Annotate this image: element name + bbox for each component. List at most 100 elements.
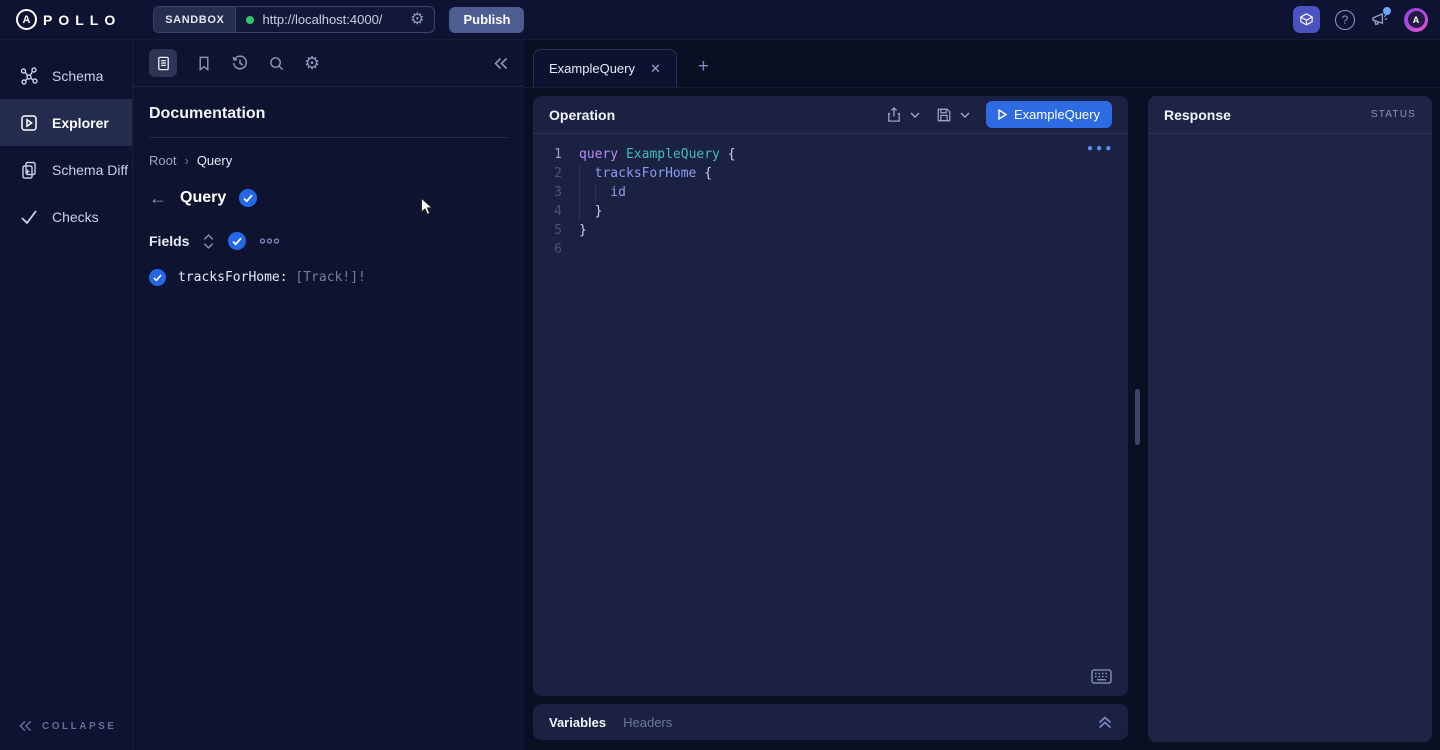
field-type-link[interactable]: [Track!]!: [295, 270, 365, 285]
close-tab-icon[interactable]: ✕: [650, 61, 661, 77]
endpoint-url-wrap: http://localhost:4000/ ⚙: [236, 12, 434, 28]
sandbox-badge: SANDBOX: [154, 7, 236, 32]
unfold-sort-icon[interactable]: [202, 233, 215, 250]
operation-panel-title: Operation: [549, 107, 615, 123]
user-avatar[interactable]: A: [1404, 8, 1428, 32]
code-line: 5}: [533, 221, 1128, 240]
code-line: 1query ExampleQuery {: [533, 145, 1128, 164]
endpoint-url[interactable]: http://localhost:4000/: [262, 12, 402, 27]
search-icon: [268, 55, 285, 72]
line-number: 4: [533, 202, 579, 221]
play-icon: [998, 109, 1007, 120]
notification-dot: [1383, 7, 1391, 15]
response-status-label: STATUS: [1371, 109, 1416, 120]
gear-icon: ⚙: [304, 54, 320, 72]
line-number: 2: [533, 164, 579, 183]
share-dropdown-chevron-icon[interactable]: [910, 112, 920, 118]
sidebar-item-schema[interactable]: Schema: [0, 52, 132, 99]
tab-example-query[interactable]: ExampleQuery ✕: [533, 49, 677, 87]
operation-panel-header: Operation: [533, 96, 1128, 134]
announcements-button[interactable]: [1370, 10, 1389, 29]
response-panel-title: Response: [1164, 107, 1231, 123]
panel-resize-handle[interactable]: [1135, 389, 1140, 445]
save-operation-button[interactable]: [936, 107, 952, 123]
connection-settings-gear-icon[interactable]: ⚙: [410, 12, 424, 28]
saved-operations-button[interactable]: [196, 55, 212, 72]
schema-diff-icon: [19, 160, 39, 180]
save-dropdown-chevron-icon[interactable]: [960, 112, 970, 118]
cube-icon: [1298, 11, 1315, 28]
breadcrumb: Root › Query: [149, 153, 508, 168]
breadcrumb-root-link[interactable]: Root: [149, 153, 176, 168]
operation-tab-bar: ExampleQuery ✕ +: [524, 40, 1440, 88]
tab-headers[interactable]: Headers: [623, 715, 672, 730]
run-operation-button[interactable]: ExampleQuery: [986, 101, 1112, 128]
keyboard-icon: [1091, 669, 1112, 684]
sidebar-item-label: Schema Diff: [52, 162, 128, 178]
double-chevron-up-icon: [1098, 716, 1112, 729]
sandbox-app-button[interactable]: [1293, 6, 1320, 33]
apollo-logo[interactable]: A POLLO: [16, 9, 121, 30]
code-lines: 1query ExampleQuery {2tracksForHome {3id…: [533, 145, 1128, 259]
sidebar-item-schema-diff[interactable]: Schema Diff: [0, 146, 132, 193]
explorer-settings-button[interactable]: ⚙: [304, 54, 320, 72]
sidebar-item-checks[interactable]: Checks: [0, 193, 132, 240]
documentation-tab-button[interactable]: [149, 49, 177, 77]
sidebar-item-label: Checks: [52, 209, 99, 225]
avatar-letter: A: [1408, 11, 1425, 28]
tab-variables[interactable]: Variables: [549, 715, 606, 730]
line-number: 1: [533, 145, 579, 164]
publish-button[interactable]: Publish: [449, 7, 524, 33]
apollo-logo-icon: A: [16, 9, 37, 30]
endpoint-bar: SANDBOX http://localhost:4000/ ⚙: [153, 6, 435, 33]
fields-label: Fields: [149, 233, 189, 249]
checkmark-icon: [19, 207, 39, 227]
type-name: Query: [180, 189, 226, 207]
docs-panel-title: Documentation: [149, 105, 508, 138]
select-all-fields-check-icon[interactable]: [228, 232, 246, 250]
type-selected-check-icon[interactable]: [239, 189, 257, 207]
line-number: 5: [533, 221, 579, 240]
share-icon: [886, 106, 902, 123]
back-arrow-icon[interactable]: ←: [149, 189, 167, 207]
question-mark-icon: ?: [1342, 13, 1349, 27]
type-header-row: ← Query: [149, 189, 508, 207]
help-button[interactable]: ?: [1335, 10, 1355, 30]
add-tab-button[interactable]: +: [698, 56, 709, 78]
documentation-panel: ⚙ Documentation Root › Query ← Query Fie…: [132, 40, 524, 750]
share-operation-button[interactable]: [886, 106, 902, 123]
docs-body: Documentation Root › Query ← Query Field…: [133, 105, 524, 286]
top-bar: A POLLO SANDBOX http://localhost:4000/ ⚙…: [0, 0, 1440, 40]
editor-more-menu-icon[interactable]: •••: [1086, 142, 1114, 156]
double-chevron-left-icon: [19, 720, 32, 732]
history-clock-icon: [231, 54, 249, 72]
topbar-right-icons: ? A: [1293, 6, 1440, 33]
apollo-logo-text: POLLO: [43, 12, 121, 28]
breadcrumb-current: Query: [197, 153, 232, 168]
code-line: 4}: [533, 202, 1128, 221]
docs-toolbar: ⚙: [133, 40, 524, 87]
variables-headers-bar: Variables Headers: [533, 704, 1128, 740]
graphql-editor[interactable]: 1query ExampleQuery {2tracksForHome {3id…: [533, 134, 1128, 259]
response-panel-header: Response STATUS: [1148, 96, 1432, 134]
keyboard-shortcuts-button[interactable]: [1091, 669, 1112, 684]
expand-variables-button[interactable]: [1098, 716, 1112, 729]
left-nav: Schema Explorer Schema Diff Checks: [0, 40, 132, 750]
schema-search-button[interactable]: [268, 55, 285, 72]
collapse-label: COLLAPSE: [42, 721, 116, 732]
sidebar-item-label: Explorer: [52, 115, 109, 131]
operation-panel: Operation: [533, 96, 1128, 696]
tab-label: ExampleQuery: [549, 61, 635, 76]
bookmark-icon: [196, 55, 212, 72]
line-number: 6: [533, 240, 579, 259]
main-area: ExampleQuery ✕ + Operation: [524, 40, 1440, 750]
field-name[interactable]: tracksForHome:: [178, 270, 288, 285]
operation-history-button[interactable]: [231, 54, 249, 72]
operation-actions: ExampleQuery: [886, 101, 1112, 128]
collapse-sidebar-button[interactable]: COLLAPSE: [19, 720, 116, 732]
field-selected-check-icon[interactable]: [149, 269, 166, 286]
more-options-dots-icon[interactable]: [259, 237, 280, 245]
double-chevron-left-icon: [494, 57, 508, 70]
collapse-docs-panel-button[interactable]: [494, 57, 508, 70]
sidebar-item-explorer[interactable]: Explorer: [0, 99, 132, 146]
